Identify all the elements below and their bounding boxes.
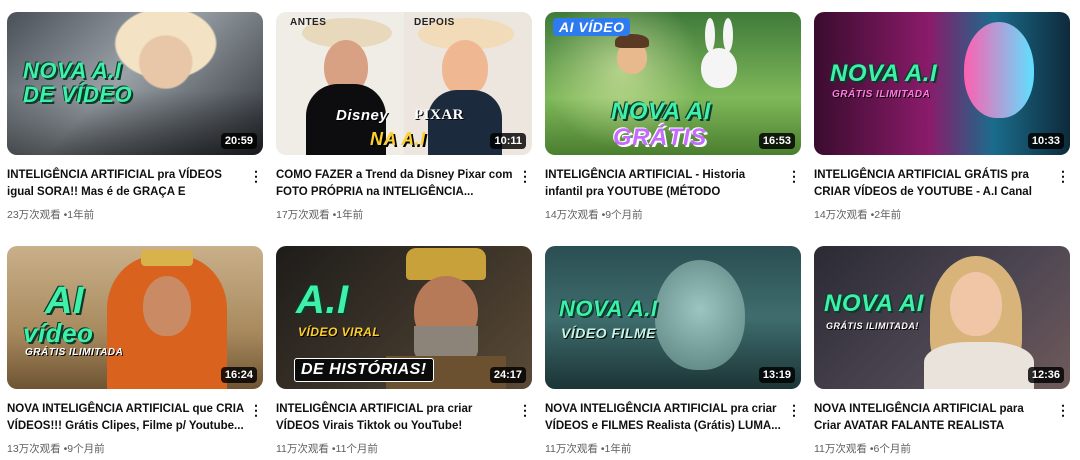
thumbnail-overlay-text: DE HISTÓRIAS! (294, 358, 434, 382)
thumbnail-overlay-text: DEPOIS (414, 17, 455, 28)
thumbnail-overlay-text: vídeo (23, 318, 94, 348)
more-options-icon[interactable]: ⋮ (249, 401, 263, 419)
thumbnail-overlay-text: GRÁTIS ILIMITADA (25, 347, 124, 358)
video-card[interactable]: A.I VÍDEO VIRAL DE HISTÓRIAS! 24:17 INTE… (276, 246, 532, 456)
more-options-icon[interactable]: ⋮ (518, 401, 532, 419)
video-title[interactable]: NOVA INTELIGÊNCIA ARTIFICIAL para Criar … (814, 401, 1052, 435)
view-count: 17万次观看 (276, 209, 330, 221)
more-options-icon[interactable]: ⋮ (787, 167, 801, 185)
thumbnail-overlay-text: VÍDEO VIRAL (298, 325, 381, 339)
thumbnail-overlay-text: GRÁTIS (613, 124, 707, 151)
video-title[interactable]: COMO FAZER a Trend da Disney Pixar com F… (276, 167, 514, 201)
video-stats: 11万次观看 •6个月前 (814, 441, 1052, 456)
more-options-icon[interactable]: ⋮ (249, 167, 263, 185)
thumbnail-overlay-text: PIXAR (414, 107, 464, 123)
view-count: 11万次观看 (276, 443, 329, 455)
video-title[interactable]: NOVA INTELIGÊNCIA ARTIFICIAL pra criar V… (545, 401, 783, 435)
video-title[interactable]: INTELIGÊNCIA ARTIFICIAL GRÁTIS pra CRIAR… (814, 167, 1052, 201)
view-count: 13万次观看 (7, 443, 61, 455)
more-options-icon[interactable]: ⋮ (787, 401, 801, 419)
video-card[interactable]: NOVA AI GRÁTIS ILIMITADA! 12:36 NOVA INT… (814, 246, 1070, 456)
upload-age: 1年前 (67, 209, 95, 221)
thumbnail-overlay-text: GRÁTIS ILIMITADA! (826, 321, 919, 331)
thumbnail-overlay-text: NOVA AI (611, 98, 711, 125)
duration-badge: 16:24 (220, 367, 257, 383)
video-thumbnail[interactable]: NOVA A.I GRÁTIS ILIMITADA 10:33 (814, 12, 1070, 155)
video-card[interactable]: ANTES DEPOIS Disney PIXAR NA A.I 10:11 C… (276, 12, 532, 222)
video-thumbnail[interactable]: A.I VÍDEO VIRAL DE HISTÓRIAS! 24:17 (276, 246, 532, 389)
upload-age: 1年前 (336, 209, 364, 221)
duration-badge: 20:59 (220, 133, 257, 149)
thumbnail-overlay-text: DE VÍDEO (23, 82, 133, 107)
upload-age: 11个月前 (335, 443, 378, 455)
video-card[interactable]: NOVA A.I VÍDEO FILME 13:19 NOVA INTELIGÊ… (545, 246, 801, 456)
thumbnail-overlay-text: ANTES (290, 17, 327, 28)
thumbnail-overlay-text: AI VÍDEO (553, 18, 631, 36)
more-options-icon[interactable]: ⋮ (518, 167, 532, 185)
video-thumbnail[interactable]: ANTES DEPOIS Disney PIXAR NA A.I 10:11 (276, 12, 532, 155)
video-stats: 17万次观看 •1年前 (276, 207, 514, 222)
thumbnail-overlay-text: A.I (296, 278, 349, 322)
video-thumbnail[interactable]: NOVA AI GRÁTIS ILIMITADA! 12:36 (814, 246, 1070, 389)
video-card[interactable]: NOVA A.I GRÁTIS ILIMITADA 10:33 INTELIGÊ… (814, 12, 1070, 222)
video-title[interactable]: INTELIGÊNCIA ARTIFICIAL pra criar VÍDEOS… (276, 401, 514, 435)
video-stats: 11万次观看 •1年前 (545, 441, 783, 456)
video-title[interactable]: NOVA INTELIGÊNCIA ARTIFICIAL que CRIA VÍ… (7, 401, 245, 435)
video-stats: 13万次观看 •9个月前 (7, 441, 245, 456)
duration-badge: 16:53 (758, 133, 795, 149)
video-stats: 14万次观看 •2年前 (814, 207, 1052, 222)
video-stats: 11万次观看 •11个月前 (276, 441, 514, 456)
thumbnail-overlay-text: NOVA AI (824, 290, 924, 317)
view-count: 14万次观看 (814, 209, 868, 221)
duration-badge: 12:36 (1027, 367, 1064, 383)
duration-badge: 13:19 (758, 367, 795, 383)
thumbnail-overlay-text: Disney (336, 107, 389, 124)
duration-badge: 10:33 (1027, 133, 1064, 149)
view-count: 14万次观看 (545, 209, 599, 221)
more-options-icon[interactable]: ⋮ (1056, 401, 1070, 419)
upload-age: 1年前 (604, 443, 632, 455)
video-stats: 23万次观看 •1年前 (7, 207, 245, 222)
thumbnail-overlay-text: NA A.I (370, 129, 426, 149)
video-card[interactable]: AI VÍDEO NOVA AI GRÁTIS 16:53 INTELIGÊNC… (545, 12, 801, 222)
upload-age: 6个月前 (873, 443, 911, 455)
upload-age: 9个月前 (605, 209, 643, 221)
upload-age: 2年前 (874, 209, 902, 221)
upload-age: 9个月前 (67, 443, 105, 455)
thumbnail-overlay-text: VÍDEO FILME (561, 325, 656, 341)
video-title[interactable]: INTELIGÊNCIA ARTIFICIAL - Historia infan… (545, 167, 783, 201)
thumbnail-overlay-text: NOVA A.I (23, 58, 122, 83)
video-card[interactable]: NOVA A.I DE VÍDEO 20:59 INTELIGÊNCIA ART… (7, 12, 263, 222)
view-count: 11万次观看 (814, 443, 867, 455)
view-count: 23万次观看 (7, 209, 61, 221)
duration-badge: 10:11 (490, 133, 526, 149)
thumbnail-overlay-text: GRÁTIS ILIMITADA (832, 89, 931, 100)
video-thumbnail[interactable]: AI VÍDEO NOVA AI GRÁTIS 16:53 (545, 12, 801, 155)
video-title[interactable]: INTELIGÊNCIA ARTIFICIAL pra VÍDEOS igual… (7, 167, 245, 201)
thumbnail-overlay-text: NOVA A.I (559, 296, 658, 321)
thumbnail-overlay-text: AI (45, 280, 84, 322)
video-card[interactable]: AI vídeo GRÁTIS ILIMITADA 16:24 NOVA INT… (7, 246, 263, 456)
video-thumbnail[interactable]: AI vídeo GRÁTIS ILIMITADA 16:24 (7, 246, 263, 389)
duration-badge: 24:17 (489, 367, 526, 383)
video-thumbnail[interactable]: NOVA A.I DE VÍDEO 20:59 (7, 12, 263, 155)
more-options-icon[interactable]: ⋮ (1056, 167, 1070, 185)
view-count: 11万次观看 (545, 443, 598, 455)
thumbnail-overlay-text: NOVA A.I (830, 60, 938, 87)
video-grid: NOVA A.I DE VÍDEO 20:59 INTELIGÊNCIA ART… (0, 0, 1080, 460)
video-stats: 14万次观看 •9个月前 (545, 207, 783, 222)
video-thumbnail[interactable]: NOVA A.I VÍDEO FILME 13:19 (545, 246, 801, 389)
